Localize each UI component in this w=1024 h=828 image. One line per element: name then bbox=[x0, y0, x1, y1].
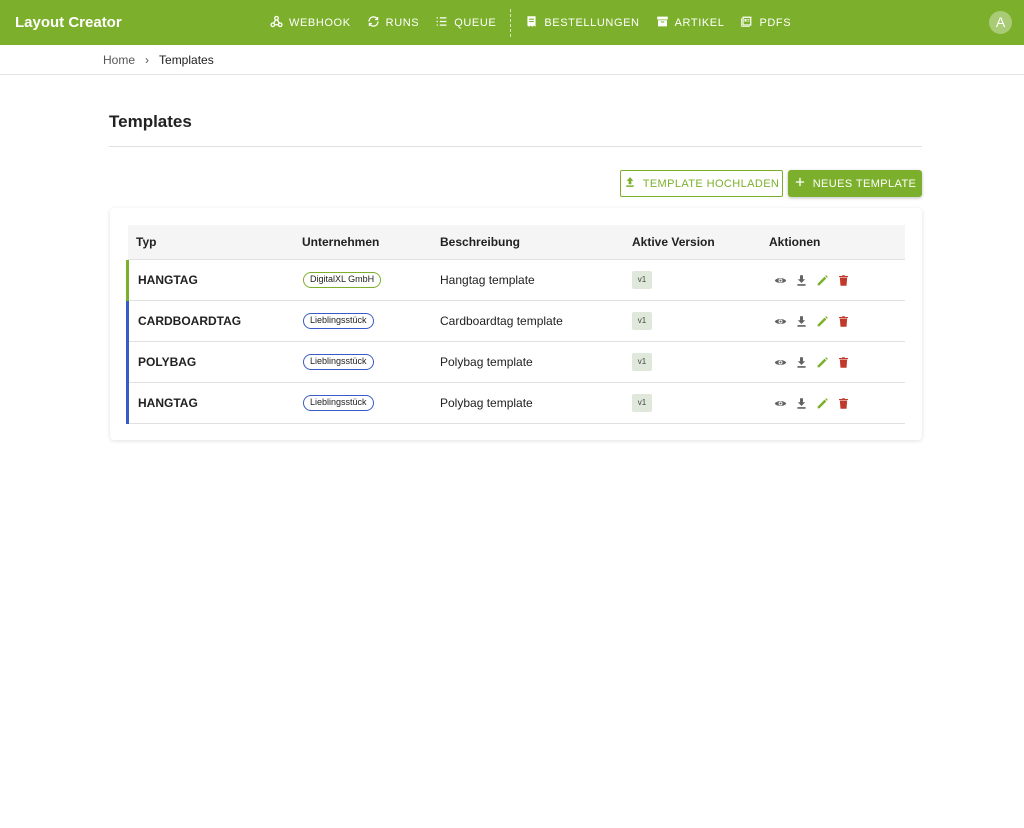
cell-typ: HANGTAG bbox=[138, 273, 198, 287]
upload-template-label: TEMPLATE HOCHLADEN bbox=[642, 177, 780, 190]
row-actions bbox=[773, 355, 857, 369]
cell-typ: POLYBAG bbox=[138, 355, 197, 369]
eye-icon[interactable] bbox=[773, 355, 787, 369]
cell-description: Cardboardtag template bbox=[440, 314, 563, 328]
breadcrumb-current: Templates bbox=[159, 52, 214, 67]
company-chip: DigitalXL GmbH bbox=[303, 272, 382, 288]
download-icon[interactable] bbox=[794, 396, 808, 410]
upload-icon bbox=[624, 176, 643, 191]
app-bar: Layout Creator WEBHOOK RUNS QUEUE BESTEL… bbox=[0, 0, 1024, 45]
upload-template-button[interactable]: TEMPLATE HOCHLADEN bbox=[620, 170, 783, 197]
chevron-right-icon: › bbox=[145, 52, 150, 67]
main-nav: WEBHOOK RUNS QUEUE BESTELLUNGEN ARTIKEL … bbox=[262, 0, 799, 45]
plus-icon bbox=[794, 176, 813, 191]
download-icon[interactable] bbox=[794, 355, 808, 369]
delete-icon[interactable] bbox=[836, 314, 850, 328]
header-beschreibung[interactable]: Beschreibung bbox=[440, 225, 520, 260]
edit-icon[interactable] bbox=[815, 355, 829, 369]
title-divider bbox=[109, 146, 922, 147]
version-badge: v1 bbox=[632, 271, 652, 289]
delete-icon[interactable] bbox=[836, 396, 850, 410]
table-row[interactable]: HANGTAG Lieblingsstück Polybag template … bbox=[126, 383, 905, 424]
company-chip: Lieblingsstück bbox=[303, 395, 374, 411]
header-typ[interactable]: Typ bbox=[136, 225, 156, 260]
cell-description: Polybag template bbox=[440, 355, 533, 369]
templates-table-card: Typ Unternehmen Beschreibung Aktive Vers… bbox=[110, 208, 922, 440]
delete-icon[interactable] bbox=[836, 273, 850, 287]
cell-typ: HANGTAG bbox=[138, 396, 198, 410]
new-template-button[interactable]: NEUES TEMPLATE bbox=[788, 170, 922, 197]
new-template-label: NEUES TEMPLATE bbox=[812, 177, 917, 190]
table-row[interactable]: POLYBAG Lieblingsstück Polybag template … bbox=[126, 342, 905, 383]
table-row[interactable]: CARDBOARDTAG Lieblingsstück Cardboardtag… bbox=[126, 301, 905, 342]
row-accent-bar bbox=[126, 301, 129, 342]
edit-icon[interactable] bbox=[815, 273, 829, 287]
nav-item-webhook[interactable]: WEBHOOK bbox=[262, 0, 359, 45]
eye-icon[interactable] bbox=[773, 396, 787, 410]
row-accent-bar bbox=[126, 342, 129, 383]
user-avatar[interactable]: A bbox=[989, 11, 1012, 34]
breadcrumb-home[interactable]: Home bbox=[103, 53, 135, 67]
nav-divider bbox=[510, 8, 512, 37]
table-row[interactable]: HANGTAG DigitalXL GmbH Hangtag template … bbox=[126, 260, 905, 301]
runs-icon bbox=[367, 15, 386, 31]
archive-icon bbox=[656, 15, 675, 31]
eye-icon[interactable] bbox=[773, 273, 787, 287]
nav-label-runs: RUNS bbox=[385, 16, 420, 29]
cell-description: Hangtag template bbox=[440, 273, 535, 287]
download-icon[interactable] bbox=[794, 314, 808, 328]
header-unternehmen[interactable]: Unternehmen bbox=[302, 225, 379, 260]
nav-item-pdfs[interactable]: PDFS bbox=[732, 0, 799, 45]
version-badge: v1 bbox=[632, 394, 652, 412]
breadcrumb: Home › Templates bbox=[0, 45, 1024, 75]
header-aktive-version[interactable]: Aktive Version bbox=[632, 225, 715, 260]
eye-icon[interactable] bbox=[773, 314, 787, 328]
nav-item-queue[interactable]: QUEUE bbox=[427, 0, 504, 45]
nav-item-runs[interactable]: RUNS bbox=[359, 0, 428, 45]
version-badge: v1 bbox=[632, 353, 652, 371]
nav-label-webhook: WEBHOOK bbox=[289, 16, 351, 29]
nav-label-bestellungen: BESTELLUNGEN bbox=[544, 16, 640, 29]
nav-label-artikel: ARTIKEL bbox=[674, 16, 725, 29]
edit-icon[interactable] bbox=[815, 396, 829, 410]
app-title[interactable]: Layout Creator bbox=[15, 0, 122, 45]
row-accent-bar bbox=[126, 260, 129, 301]
row-actions bbox=[773, 396, 857, 410]
table-header: Typ Unternehmen Beschreibung Aktive Vers… bbox=[128, 225, 905, 260]
receipt-icon bbox=[525, 15, 544, 31]
page-title: Templates bbox=[109, 112, 192, 131]
cell-typ: CARDBOARDTAG bbox=[138, 314, 242, 328]
nav-label-pdfs: PDFS bbox=[759, 16, 792, 29]
nav-item-artikel[interactable]: ARTIKEL bbox=[648, 0, 733, 45]
row-actions bbox=[773, 314, 857, 328]
company-chip: Lieblingsstück bbox=[303, 354, 374, 370]
row-accent-bar bbox=[126, 383, 129, 424]
nav-item-bestellungen[interactable]: BESTELLUNGEN bbox=[517, 0, 647, 45]
header-aktionen: Aktionen bbox=[769, 235, 821, 249]
cell-description: Polybag template bbox=[440, 396, 533, 410]
nav-label-queue: QUEUE bbox=[454, 16, 497, 29]
queue-icon bbox=[435, 15, 454, 31]
version-badge: v1 bbox=[632, 312, 652, 330]
row-actions bbox=[773, 273, 857, 287]
pdf-icon bbox=[740, 15, 759, 31]
company-chip: Lieblingsstück bbox=[303, 313, 374, 329]
edit-icon[interactable] bbox=[815, 314, 829, 328]
download-icon[interactable] bbox=[794, 273, 808, 287]
webhook-icon bbox=[270, 15, 289, 31]
delete-icon[interactable] bbox=[836, 355, 850, 369]
